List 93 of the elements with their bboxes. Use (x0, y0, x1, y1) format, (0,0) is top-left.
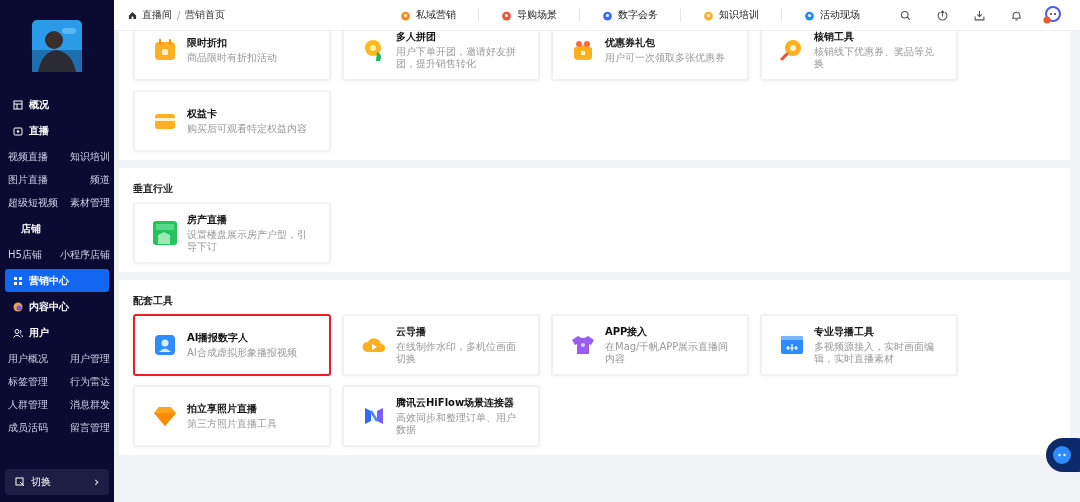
sidebar-link[interactable]: 图片直播 (8, 172, 48, 187)
card-title: 核销工具 (814, 31, 855, 44)
gift-bag-icon (571, 38, 595, 62)
card-title: 专业导播工具 (814, 325, 875, 339)
person-icon (153, 333, 177, 357)
download-icon[interactable] (974, 9, 985, 21)
sidebar-link[interactable]: 标签管理 (8, 374, 48, 389)
upload-circle-icon[interactable] (937, 9, 948, 21)
card-description: 核销线下优惠券、奖品等兑换 (814, 46, 935, 70)
card-title: APP接入 (605, 325, 649, 339)
card-description: 第三方照片直播工具 (187, 418, 277, 430)
sidebar-link[interactable]: 消息群发 (70, 397, 110, 412)
t-shirt-icon (571, 333, 595, 357)
breadcrumb-link[interactable]: 直播间 (142, 8, 172, 22)
section-title: 配套工具 (133, 294, 174, 308)
diamond-icon (153, 404, 177, 428)
circle-icon (400, 9, 411, 21)
tv-icon (13, 125, 23, 136)
sidebar-item[interactable]: 内容中心 (5, 295, 109, 318)
card-description: AI合成虚拟形象播报视频 (187, 347, 297, 359)
card-description: 购买后可观看特定权益内容 (187, 123, 307, 135)
dashboard-icon (13, 99, 23, 110)
tool-card[interactable]: 云导播 在线制作水印，多机位画面切换 (342, 314, 540, 376)
grid-icon (13, 275, 23, 286)
sidebar-item[interactable]: 直播 (5, 119, 109, 142)
sidebar-item[interactable]: 用户 (5, 321, 109, 344)
robot-face-icon (1052, 445, 1072, 465)
calendar-icon (153, 38, 177, 62)
sidebar-link[interactable]: 小程序店铺 (60, 247, 110, 262)
sidebar-item[interactable]: 概况 (5, 93, 109, 116)
card-description: 多视频源接入，实时画面编辑，实时直播素材 (814, 341, 935, 365)
tool-card[interactable]: 拍立享照片直播 第三方照片直播工具 (133, 385, 331, 447)
tool-card[interactable]: 多人拼团 用户下单开团，邀请好友拼团，提升销售转化 (342, 31, 540, 81)
sidebar-link[interactable]: 用户概况 (8, 351, 48, 366)
chatbot-icon[interactable] (1042, 5, 1062, 25)
circle-icon (804, 9, 815, 21)
switch-button[interactable]: 切换 › (5, 469, 109, 495)
tool-card[interactable]: 专业导播工具 多视频源接入，实时画面编辑，实时直播素材 (760, 314, 958, 376)
search-icon[interactable] (900, 9, 911, 21)
bell-icon[interactable] (1011, 9, 1022, 21)
sidebar-link[interactable]: 频道 (90, 172, 110, 187)
breadcrumb-separator: / (177, 9, 181, 21)
card-title: 优惠券礼包 (605, 36, 656, 50)
tool-card[interactable]: APP接入 在Mag/千帆APP展示直播间内容 (551, 314, 749, 376)
card-title: 房产直播 (187, 213, 228, 227)
sidebar-item[interactable]: 营销中心 (5, 269, 109, 292)
circle-icon (501, 9, 512, 21)
card-title: 多人拼团 (396, 31, 437, 44)
card-description: 高效同步和整理订单、用户数据 (396, 412, 517, 436)
card-title: AI播报数字人 (187, 331, 250, 345)
card-title: 拍立享照片直播 (187, 402, 258, 416)
sidebar-link[interactable]: 超级短视频 (8, 195, 58, 210)
nav-link[interactable]: 知识培训 (680, 8, 781, 22)
nav-link[interactable]: 导购场景 (478, 8, 579, 22)
sidebar-link[interactable]: 用户管理 (70, 351, 110, 366)
sidebar-link[interactable]: 知识培训 (70, 149, 110, 164)
tool-card[interactable]: 核销工具 核销线下优惠券、奖品等兑换 (760, 31, 958, 81)
card-description: 在线制作水印，多机位画面切换 (396, 341, 517, 365)
card-title: 腾讯云HiFlow场景连接器 (396, 396, 516, 410)
card-description: 在Mag/千帆APP展示直播间内容 (605, 341, 730, 365)
sidebar-link[interactable]: H5店铺 (8, 247, 42, 262)
circle-icon (602, 9, 613, 21)
sidebar-link[interactable]: 留言管理 (70, 420, 110, 435)
switch-icon (15, 477, 25, 487)
breadcrumb-link[interactable]: 营销首页 (185, 8, 226, 22)
card-title: 权益卡 (187, 107, 218, 121)
building-icon (153, 221, 177, 245)
card-description: 用户下单开团，邀请好友拼团，提升销售转化 (396, 46, 517, 70)
tool-card[interactable]: 房产直播 设置楼盘展示房产户型，引导下订 (133, 202, 331, 264)
card-title: 云导播 (396, 325, 427, 339)
nav-link[interactable]: 私域营销 (378, 8, 478, 22)
sidebar-item[interactable]: 店铺 (5, 217, 109, 240)
home-icon[interactable] (128, 10, 137, 20)
tool-card[interactable]: AI播报数字人 AI合成虚拟形象播报视频 (133, 314, 331, 376)
nav-link[interactable]: 数字会务 (579, 8, 680, 22)
sidebar-link[interactable]: 素材管理 (70, 195, 110, 210)
card-description: 商品限时有折扣活动 (187, 52, 277, 64)
users-icon (13, 327, 23, 338)
circle-icon (703, 9, 714, 21)
sidebar-link[interactable]: 视频直播 (8, 149, 48, 164)
nav-link[interactable]: 活动现场 (781, 8, 882, 22)
tool-card[interactable]: 腾讯云HiFlow场景连接器 高效同步和整理订单、用户数据 (342, 385, 540, 447)
sidebar-link[interactable]: 成员活码 (8, 420, 48, 435)
card-description: 设置楼盘展示房产户型，引导下订 (187, 229, 308, 253)
sidebar-link[interactable]: 人群管理 (8, 397, 48, 412)
assistant-button[interactable] (1046, 438, 1080, 472)
screen-icon (780, 333, 804, 357)
sidebar-link[interactable]: 行为雷达 (70, 374, 110, 389)
tool-card[interactable]: 权益卡 购买后可观看特定权益内容 (133, 90, 331, 152)
magnifier-icon (780, 38, 804, 62)
section-title: 垂直行业 (133, 182, 174, 196)
card-title: 限时折扣 (187, 36, 228, 50)
tool-card[interactable]: 限时折扣 商品限时有折扣活动 (133, 31, 331, 81)
